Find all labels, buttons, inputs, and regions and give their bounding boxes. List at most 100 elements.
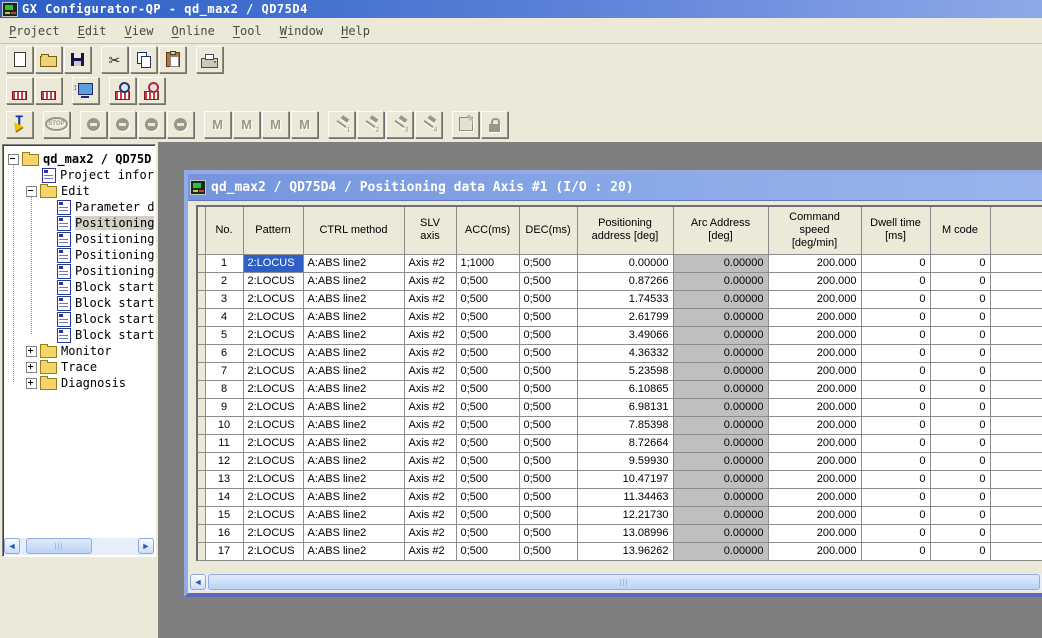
- cell-arc[interactable]: 0.00000: [673, 434, 768, 452]
- cell-ctrl[interactable]: A:ABS line2: [303, 542, 404, 560]
- cell-slv[interactable]: Axis #2: [404, 272, 456, 290]
- cell-mcode[interactable]: 0: [930, 488, 990, 506]
- cell-dec[interactable]: 0;500: [519, 416, 577, 434]
- cell-dwell[interactable]: 0: [861, 254, 930, 272]
- cell-mcode[interactable]: 0: [930, 524, 990, 542]
- cell-pattern[interactable]: 2:LOCUS: [243, 416, 303, 434]
- cell-cmd[interactable]: 200.000: [768, 290, 861, 308]
- cell-acc[interactable]: 0;500: [456, 470, 519, 488]
- edit-module-button[interactable]: [35, 77, 62, 104]
- cell-slv[interactable]: Axis #2: [404, 290, 456, 308]
- cell-no[interactable]: 15: [205, 506, 243, 524]
- tree-item-positioning[interactable]: Positioning: [5, 231, 154, 247]
- cell-acc[interactable]: 0;500: [456, 434, 519, 452]
- tool-axis-4-button[interactable]: 4: [415, 111, 442, 138]
- cell-dec[interactable]: 0;500: [519, 344, 577, 362]
- cell-no[interactable]: 13: [205, 470, 243, 488]
- cell-dec[interactable]: 0;500: [519, 524, 577, 542]
- cell-dwell[interactable]: 0: [861, 308, 930, 326]
- cell-no[interactable]: 8: [205, 380, 243, 398]
- cell-mcode[interactable]: 0: [930, 398, 990, 416]
- cell-arc[interactable]: 0.00000: [673, 416, 768, 434]
- cell-no[interactable]: 3: [205, 290, 243, 308]
- cell-dwell[interactable]: 0: [861, 272, 930, 290]
- tree-item-block-start[interactable]: Block start: [5, 327, 154, 343]
- tool-axis-3-button[interactable]: 3: [386, 111, 413, 138]
- tool-axis-2-button[interactable]: 2: [357, 111, 384, 138]
- cell-dec[interactable]: 0;500: [519, 272, 577, 290]
- cell-mcode[interactable]: 0: [930, 470, 990, 488]
- cell-mcode[interactable]: 0: [930, 506, 990, 524]
- cell-arc[interactable]: 0.00000: [673, 506, 768, 524]
- axis-operation-4-button[interactable]: [167, 111, 194, 138]
- menu-edit[interactable]: Edit: [69, 21, 116, 41]
- cell-mcode[interactable]: 0: [930, 362, 990, 380]
- tree-item-monitor[interactable]: Monitor: [5, 343, 154, 359]
- child-titlebar[interactable]: qd_max2 / QD75D4 / Positioning data Axis…: [188, 174, 1042, 201]
- tree-item-qd-max2-qd75d[interactable]: qd_max2 / QD75D: [5, 151, 154, 167]
- cell-acc[interactable]: 0;500: [456, 506, 519, 524]
- cell-pattern[interactable]: 2:LOCUS: [243, 398, 303, 416]
- cell-slv[interactable]: Axis #2: [404, 434, 456, 452]
- tree-item-positioning[interactable]: Positioning: [5, 247, 154, 263]
- cell-cmd[interactable]: 200.000: [768, 488, 861, 506]
- m-code-off-axis-1-button[interactable]: M: [204, 111, 231, 138]
- cell-dwell[interactable]: 0: [861, 488, 930, 506]
- cell-no[interactable]: 12: [205, 452, 243, 470]
- grid-horizontal-scrollbar[interactable]: ◄: [190, 574, 1042, 591]
- cell-dwell[interactable]: 0: [861, 434, 930, 452]
- cell-pattern[interactable]: 2:LOCUS: [243, 308, 303, 326]
- cell-dwell[interactable]: 0: [861, 416, 930, 434]
- cell-no[interactable]: 10: [205, 416, 243, 434]
- cell-pos[interactable]: 0.00000: [577, 254, 673, 272]
- cell-slv[interactable]: Axis #2: [404, 254, 456, 272]
- cell-mcode[interactable]: 0: [930, 380, 990, 398]
- verify-module-button[interactable]: [109, 77, 136, 104]
- cell-dwell[interactable]: 0: [861, 524, 930, 542]
- cell-ctrl[interactable]: A:ABS line2: [303, 452, 404, 470]
- cell-acc[interactable]: 0;500: [456, 380, 519, 398]
- cell-pattern[interactable]: 2:LOCUS: [243, 470, 303, 488]
- cell-dec[interactable]: 0;500: [519, 254, 577, 272]
- tool-axis-1-button[interactable]: 1: [328, 111, 355, 138]
- cell-slv[interactable]: Axis #2: [404, 506, 456, 524]
- cell-pos[interactable]: 11.34463: [577, 488, 673, 506]
- cell-pattern[interactable]: 2:LOCUS: [243, 542, 303, 560]
- cell-no[interactable]: 14: [205, 488, 243, 506]
- cell-pattern[interactable]: 2:LOCUS: [243, 488, 303, 506]
- cell-no[interactable]: 6: [205, 344, 243, 362]
- cell-pattern[interactable]: 2:LOCUS: [243, 254, 303, 272]
- cell-pattern[interactable]: 2:LOCUS: [243, 344, 303, 362]
- cell-ctrl[interactable]: A:ABS line2: [303, 470, 404, 488]
- open-file-button[interactable]: [35, 46, 62, 73]
- print-button[interactable]: [196, 46, 223, 73]
- cell-slv[interactable]: Axis #2: [404, 470, 456, 488]
- cell-dec[interactable]: 0;500: [519, 434, 577, 452]
- transfer-setup-button[interactable]: [72, 77, 99, 104]
- cell-dec[interactable]: 0;500: [519, 470, 577, 488]
- menu-project[interactable]: Project: [0, 21, 69, 41]
- cell-pos[interactable]: 13.08996: [577, 524, 673, 542]
- cell-arc[interactable]: 0.00000: [673, 380, 768, 398]
- cell-slv[interactable]: Axis #2: [404, 344, 456, 362]
- tree-scrollbar-thumb[interactable]: [26, 538, 92, 554]
- cell-pattern[interactable]: 2:LOCUS: [243, 362, 303, 380]
- cell-acc[interactable]: 0;500: [456, 524, 519, 542]
- cut-button[interactable]: ✂: [101, 46, 128, 73]
- cell-pos[interactable]: 7.85398: [577, 416, 673, 434]
- cell-mcode[interactable]: 0: [930, 434, 990, 452]
- m-code-off-axis-4-button[interactable]: M: [291, 111, 318, 138]
- cell-acc[interactable]: 0;500: [456, 326, 519, 344]
- cell-dwell[interactable]: 0: [861, 290, 930, 308]
- module-monitor-button[interactable]: [138, 77, 165, 104]
- tree-item-diagnosis[interactable]: Diagnosis: [5, 375, 154, 391]
- cell-arc[interactable]: 0.00000: [673, 542, 768, 560]
- cell-mcode[interactable]: 0: [930, 344, 990, 362]
- cell-mcode[interactable]: 0: [930, 272, 990, 290]
- cell-dwell[interactable]: 0: [861, 452, 930, 470]
- cell-ctrl[interactable]: A:ABS line2: [303, 416, 404, 434]
- expand-plus-icon[interactable]: [26, 346, 37, 357]
- cell-ctrl[interactable]: A:ABS line2: [303, 308, 404, 326]
- cell-no[interactable]: 9: [205, 398, 243, 416]
- cell-slv[interactable]: Axis #2: [404, 326, 456, 344]
